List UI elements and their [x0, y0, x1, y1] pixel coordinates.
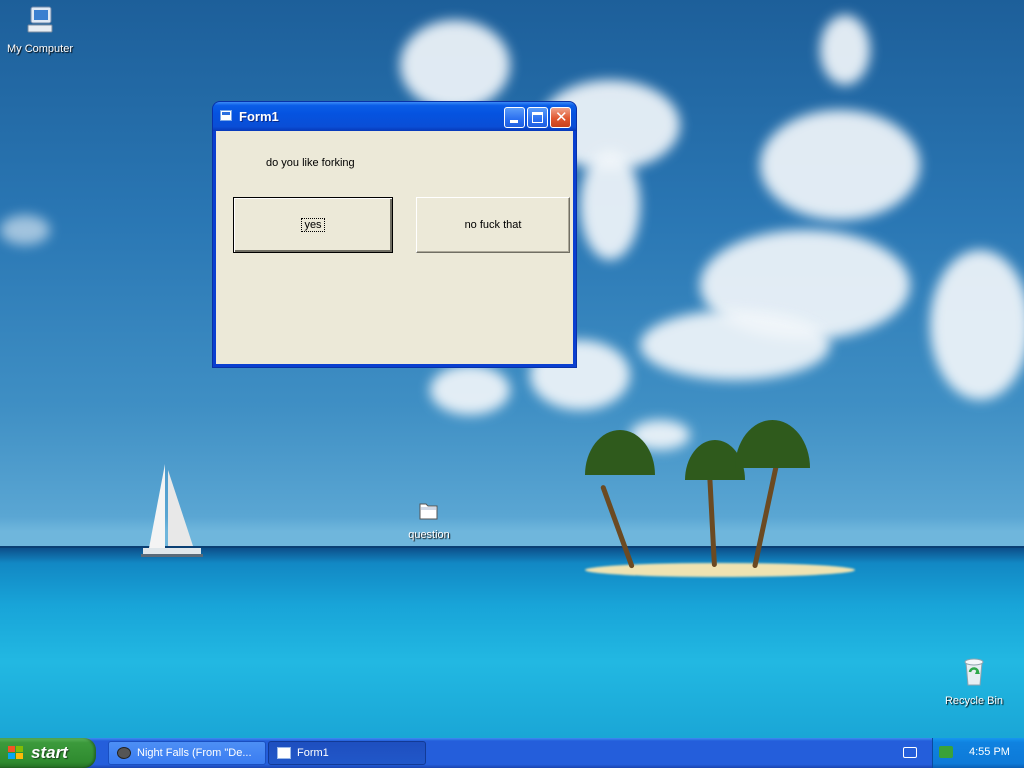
minimize-button[interactable] [504, 107, 525, 128]
island [585, 563, 855, 577]
desktop-icon-label: My Computer [6, 43, 74, 55]
taskbar-item-label: Form1 [297, 747, 329, 759]
start-label: start [31, 743, 68, 762]
desktop-icon-label: question [408, 529, 450, 541]
cloud [930, 250, 1024, 400]
desktop-icon-my-computer[interactable]: My Computer [0, 4, 80, 55]
taskbar-item-label: Night Falls (From "De... [137, 747, 252, 759]
title-bar[interactable]: Form1 ✕ [213, 102, 576, 131]
folder-icon [419, 503, 438, 520]
maximize-button[interactable] [527, 107, 548, 128]
taskbar-item-night-falls[interactable]: Night Falls (From "De... [108, 741, 266, 765]
sea [0, 548, 1024, 738]
close-icon: ✕ [555, 108, 568, 126]
media-player-icon [117, 747, 131, 759]
my-computer-icon [27, 6, 53, 33]
system-tray: 4:55 PM [932, 738, 1024, 768]
cloud [580, 150, 640, 260]
vb-form-icon [277, 747, 291, 759]
cloud [640, 310, 830, 380]
desktop-icon-label: Recycle Bin [944, 695, 1004, 707]
close-button[interactable]: ✕ [550, 107, 571, 128]
cloud [820, 15, 870, 85]
taskbar-item-form1[interactable]: Form1 [268, 741, 426, 765]
recycle-bin-icon [964, 658, 984, 686]
desktop-icon-question[interactable]: question [389, 500, 469, 541]
maximize-icon [532, 112, 543, 123]
vb-form-icon[interactable] [220, 110, 232, 121]
minimize-icon [510, 120, 518, 123]
sailboat-image [141, 464, 203, 557]
windows-logo-icon [8, 746, 24, 760]
prompt-label: do you like forking [266, 157, 355, 169]
window-title: Form1 [239, 109, 279, 124]
palm-fronds [735, 420, 810, 468]
cloud [760, 110, 920, 220]
keyboard-language-icon[interactable] [903, 747, 917, 758]
start-button[interactable]: start [0, 738, 96, 768]
cloud [0, 215, 50, 245]
clock[interactable]: 4:55 PM [969, 746, 1010, 758]
network-icon[interactable] [939, 746, 953, 758]
desktop-icon-recycle-bin[interactable]: Recycle Bin [934, 656, 1014, 707]
yes-button[interactable]: yes [233, 197, 393, 253]
yes-button-label: yes [301, 218, 325, 232]
cloud [430, 365, 510, 415]
no-button-label: no fuck that [464, 219, 522, 231]
taskbar: start Night Falls (From "De... Form1 4:5… [0, 738, 1024, 768]
cloud [400, 20, 510, 110]
no-button[interactable]: no fuck that [416, 197, 570, 253]
